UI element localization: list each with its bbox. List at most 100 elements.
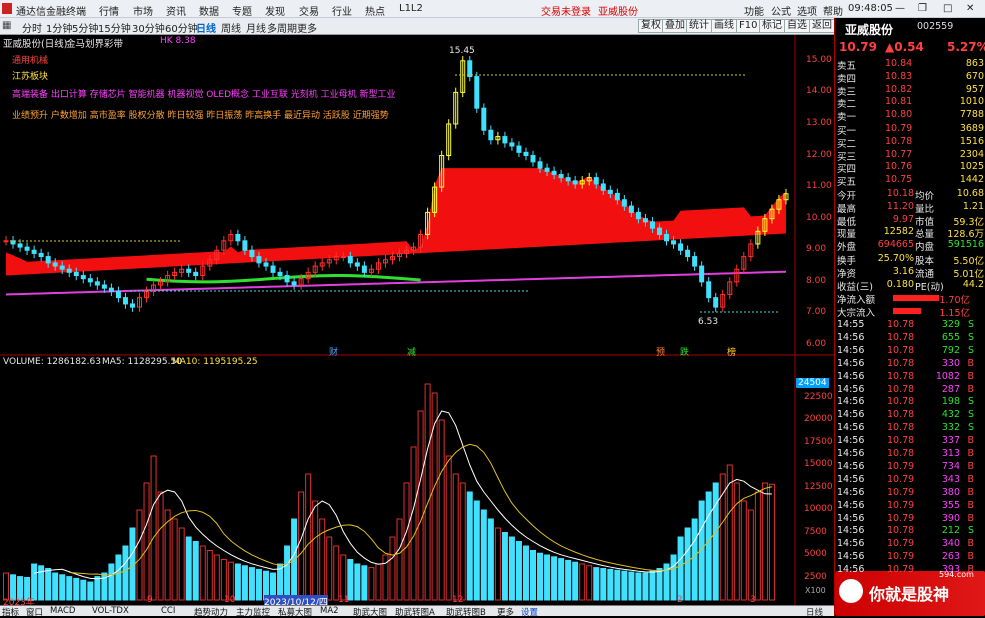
- tick-row-cell: 198: [941, 396, 960, 408]
- tick-row-cell: 14:55: [837, 319, 865, 330]
- period-5min[interactable]: 5分钟: [72, 20, 98, 35]
- watchlist-button[interactable]: 自选: [784, 19, 810, 33]
- period-intraday[interactable]: 分时: [22, 20, 42, 35]
- candle-body: [671, 240, 677, 245]
- menu-data[interactable]: 数据: [199, 3, 219, 18]
- tick-row-cell: 14:56: [837, 473, 865, 485]
- tick-row-cell: B: [967, 435, 974, 447]
- tick-row-cell: 390: [941, 512, 960, 524]
- volume-bar: [508, 536, 515, 601]
- period-weekly[interactable]: 周线: [221, 20, 241, 35]
- restore-icon[interactable]: ❐: [918, 3, 927, 14]
- bottom-tab[interactable]: 助武大图: [353, 606, 387, 618]
- bottom-tab[interactable]: VOL-TDX: [92, 606, 129, 616]
- menu-topics[interactable]: 专题: [232, 3, 252, 18]
- bottom-tab[interactable]: CCI: [161, 606, 175, 616]
- maximize-icon[interactable]: □: [943, 3, 952, 14]
- tick-row-cell: 14:56: [837, 409, 865, 421]
- menu-help[interactable]: 帮助: [823, 3, 843, 18]
- menu-news[interactable]: 资讯: [166, 3, 186, 18]
- menu-industry[interactable]: 行业: [332, 3, 352, 18]
- marker-drop[interactable]: 跌: [680, 345, 689, 358]
- volume-bar: [445, 455, 452, 601]
- marker-forecast[interactable]: 预: [656, 345, 665, 358]
- bottom-tab[interactable]: 更多: [497, 606, 514, 618]
- bid-row: 买五 10.75 1442: [835, 174, 985, 188]
- marker-reduce[interactable]: 减: [407, 345, 416, 358]
- minimize-icon[interactable]: —: [895, 3, 905, 14]
- volume-bar: [143, 482, 150, 601]
- marker-finance[interactable]: 财: [329, 345, 338, 358]
- trade-login-notice[interactable]: 交易未登录: [541, 3, 591, 18]
- bottom-tab[interactable]: 指标: [2, 606, 19, 618]
- tick-row-cell: 10.78: [887, 422, 915, 434]
- period-15min[interactable]: 15分钟: [98, 20, 131, 35]
- volume-bar: [572, 561, 579, 601]
- marker-rank[interactable]: 榜: [727, 345, 736, 358]
- menu-discover[interactable]: 发现: [265, 3, 285, 18]
- stat-row-cell: 694665: [877, 239, 914, 251]
- overlay-button[interactable]: 叠加: [662, 19, 688, 33]
- volume-tick: 10000: [804, 504, 833, 514]
- close-icon[interactable]: ✕: [966, 3, 974, 14]
- bottom-tab[interactable]: 设置: [521, 606, 538, 618]
- bottom-indicator-bar: 指标 窗口 MACD VOL-TDX CCI 趋势动力 主力监控 私募大图 MA2 助武大图 助武转…: [0, 605, 834, 618]
- draw-button[interactable]: 画线: [711, 19, 737, 33]
- menu-formula[interactable]: 公式: [771, 3, 791, 18]
- volume-bar: [234, 563, 241, 601]
- menu-trade[interactable]: 交易: [299, 3, 319, 18]
- menu-market[interactable]: 市场: [133, 3, 153, 18]
- mark-button[interactable]: 标记: [759, 19, 785, 33]
- period-daily[interactable]: 日线: [196, 20, 216, 35]
- candle-body: [664, 233, 670, 242]
- bottom-tab[interactable]: 助武转图A: [395, 606, 435, 618]
- candle-body: [509, 142, 515, 147]
- grid-icon[interactable]: ▦: [2, 20, 11, 31]
- bottom-tab[interactable]: 主力监控: [236, 606, 270, 618]
- stat2-row: 换手 25.70% 股本 5.50亿: [835, 253, 985, 267]
- back-button[interactable]: 返回: [809, 19, 835, 33]
- menu-quotes[interactable]: 行情: [99, 3, 119, 18]
- tick-row-cell: S: [967, 422, 974, 434]
- period-1min[interactable]: 1分钟: [46, 20, 72, 35]
- bottom-tab[interactable]: 私募大图: [278, 606, 312, 618]
- candle-body: [593, 177, 599, 185]
- chart-area[interactable]: 亚威股份(日线) 金马划界彩带 HK 8.38 通用机械 江苏板块 高端装备 出…: [0, 35, 834, 608]
- volume-bar: [417, 410, 424, 601]
- bottom-tab[interactable]: 趋势动力: [194, 606, 228, 618]
- bottom-tab[interactable]: MACD: [50, 606, 75, 616]
- indicator-label[interactable]: 金马划界彩带: [66, 36, 123, 50]
- notice-stock[interactable]: 亚威股份: [598, 3, 638, 18]
- menu-l1l2[interactable]: L1L2: [399, 3, 423, 14]
- period-monthly[interactable]: 月线: [246, 20, 266, 35]
- period-30min[interactable]: 30分钟: [132, 20, 165, 35]
- menu-function[interactable]: 功能: [744, 3, 764, 18]
- bid-row: 买三 10.77 2304: [835, 149, 985, 163]
- tick-row-cell: 14:56: [837, 564, 865, 576]
- f10-button[interactable]: F10: [736, 19, 761, 33]
- ma5-label: MA5: 1128295.50: [102, 357, 182, 367]
- stats-button[interactable]: 统计: [686, 19, 712, 33]
- candle-body: [635, 211, 641, 220]
- candle-body: [361, 265, 367, 273]
- period-multi[interactable]: 多周期: [267, 20, 297, 35]
- watermark-logo-icon: [839, 579, 863, 603]
- volume-bar: [178, 527, 185, 601]
- bottom-tab[interactable]: 窗口: [26, 606, 43, 618]
- tick-row-cell: 10.78: [887, 319, 915, 330]
- bottom-tab[interactable]: 助武转图B: [446, 606, 486, 618]
- bottom-tab[interactable]: MA2: [320, 606, 339, 616]
- period-60min[interactable]: 60分钟: [165, 20, 198, 35]
- menu-options[interactable]: 选项: [797, 3, 817, 18]
- tick-row-cell: 14:56: [837, 499, 865, 511]
- period-more[interactable]: 更多: [297, 20, 317, 35]
- candle-body: [347, 256, 353, 264]
- tick-row-cell: 10.78: [887, 344, 915, 356]
- adjust-button[interactable]: 复权: [638, 19, 664, 33]
- menu-hot[interactable]: 热点: [365, 3, 385, 18]
- tick-row: 14:56 10.79 393 B: [835, 564, 985, 577]
- tick-row-cell: 655: [941, 331, 960, 343]
- tick-row: 14:56 10.78 198 S: [835, 396, 985, 409]
- date-label: 10: [224, 595, 236, 605]
- price-tick: 13.00: [806, 117, 832, 128]
